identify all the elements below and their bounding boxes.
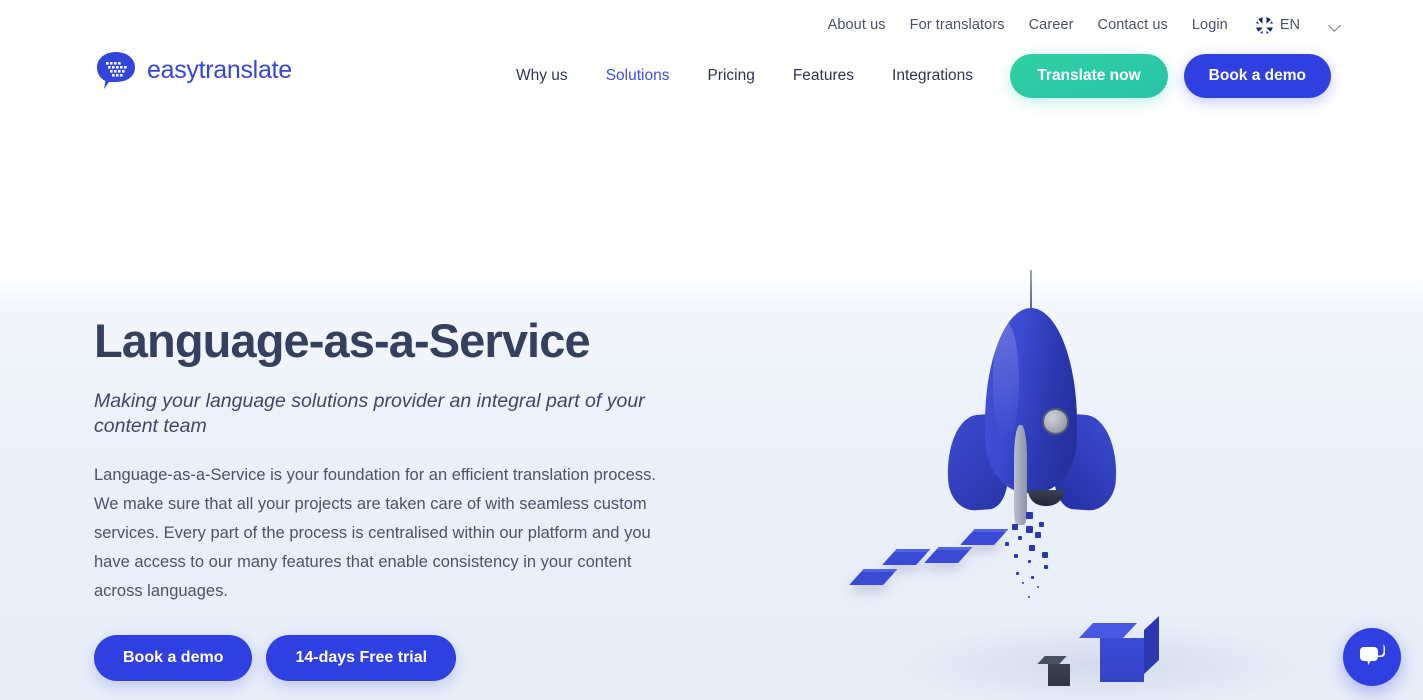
nav-link-pricing[interactable]: Pricing <box>707 67 754 85</box>
utility-nav-bar: About us For translators Career Contact … <box>0 0 1423 50</box>
rocket-nozzle <box>1028 490 1064 506</box>
nav-cta-group: Translate now Book a demo <box>1010 54 1331 98</box>
exhaust-particle <box>1037 586 1039 588</box>
page-root: About us For translators Career Contact … <box>0 0 1423 700</box>
rocket-porthole <box>1042 408 1069 435</box>
floating-tile <box>882 552 928 565</box>
rocket-body <box>985 308 1077 493</box>
book-a-demo-nav-button[interactable]: Book a demo <box>1183 54 1331 98</box>
hero-title: Language-as-a-Service <box>94 314 591 367</box>
chevron-down-icon[interactable] <box>1330 20 1341 31</box>
hero-cta-group: Book a demo 14-days Free trial <box>94 635 694 682</box>
utility-link-for-translators[interactable]: For translators <box>910 17 1005 33</box>
primary-nav-links: Why us Solutions Pricing Features Integr… <box>516 67 973 85</box>
uk-flag-icon <box>1255 16 1273 34</box>
language-code: EN <box>1279 17 1300 33</box>
translate-now-button[interactable]: Translate now <box>1010 54 1168 98</box>
language-selector[interactable]: EN <box>1255 16 1300 34</box>
utility-link-contact-us[interactable]: Contact us <box>1098 17 1168 33</box>
rocket-fin-center <box>1014 425 1027 525</box>
utility-link-login[interactable]: Login <box>1192 17 1228 33</box>
exhaust-particle <box>1042 552 1048 558</box>
exhaust-particle <box>1044 565 1048 569</box>
hero-subtitle: Making your language solutions provider … <box>94 390 645 437</box>
blue-cube <box>1100 638 1144 682</box>
dark-cube <box>1048 664 1070 686</box>
exhaust-particle <box>1028 560 1031 563</box>
utility-link-about-us[interactable]: About us <box>828 17 886 33</box>
exhaust-particle <box>1026 512 1033 519</box>
hero-section: Language-as-a-Service Making your langua… <box>0 270 1423 700</box>
nav-link-features[interactable]: Features <box>793 67 854 85</box>
nav-link-why-us[interactable]: Why us <box>516 67 568 85</box>
exhaust-particle <box>1031 576 1034 579</box>
floating-tile <box>960 532 1006 545</box>
nav-link-integrations[interactable]: Integrations <box>892 67 973 85</box>
utility-link-career[interactable]: Career <box>1029 17 1074 33</box>
nav-link-solutions[interactable]: Solutions <box>606 67 670 85</box>
exhaust-particle <box>1012 524 1018 530</box>
brand-name: easytranslate <box>147 55 292 84</box>
exhaust-particle <box>1005 542 1009 546</box>
rocket-antenna <box>1030 270 1032 310</box>
exhaust-particle <box>1022 582 1024 584</box>
exhaust-particle <box>1014 554 1018 558</box>
main-nav-bar: easytranslate Why us Solutions Pricing F… <box>0 50 1423 102</box>
hero-content: Language-as-a-Service Making your langua… <box>94 270 694 682</box>
exhaust-particle <box>1039 522 1044 527</box>
rocket-launch-illustration <box>830 270 1390 700</box>
exhaust-particle <box>1016 572 1019 575</box>
speech-bubble-logo-icon <box>94 48 138 92</box>
floating-tile <box>849 572 895 585</box>
floating-tile <box>924 550 970 563</box>
exhaust-particle <box>1026 526 1033 533</box>
hero-book-a-demo-button[interactable]: Book a demo <box>94 635 253 682</box>
exhaust-particle <box>1018 536 1022 540</box>
hero-free-trial-button[interactable]: 14-days Free trial <box>266 635 457 682</box>
chat-widget-button[interactable] <box>1343 628 1401 686</box>
hero-body-text: Language-as-a-Service is your foundation… <box>94 466 656 600</box>
brand-logo[interactable]: easytranslate <box>94 48 292 92</box>
exhaust-particle <box>1035 532 1041 538</box>
exhaust-particle <box>1028 596 1030 598</box>
chat-bubbles-icon <box>1357 641 1387 674</box>
exhaust-particle <box>1029 545 1035 551</box>
